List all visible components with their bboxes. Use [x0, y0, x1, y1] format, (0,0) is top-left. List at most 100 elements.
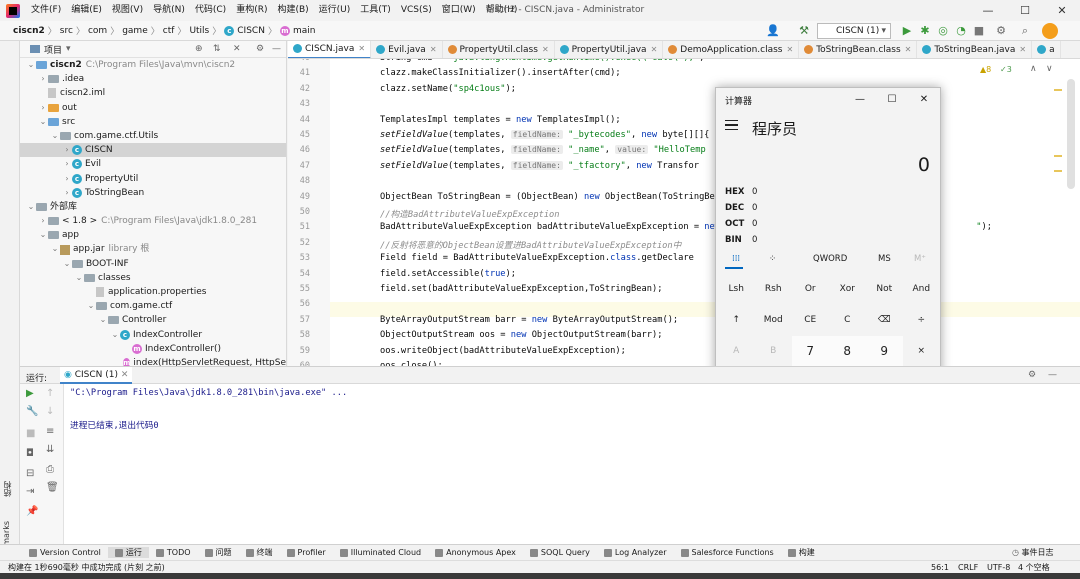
tree-item[interactable]: › c CISCN: [20, 143, 286, 158]
tree-item[interactable]: › out: [20, 101, 286, 115]
editor-tab[interactable]: ToStringBean.class ✕: [799, 41, 918, 58]
rerun-icon[interactable]: ▶: [26, 388, 34, 399]
radix-row[interactable]: HEX 0: [725, 187, 757, 197]
camera-icon[interactable]: ◘: [26, 448, 34, 459]
tree-item[interactable]: ⌄ src: [20, 115, 286, 129]
warning-count[interactable]: ▲8: [980, 65, 991, 74]
code-line[interactable]: clazz.setName("sp4c1ous");: [380, 84, 516, 94]
chevron-right-icon[interactable]: ›: [38, 101, 48, 115]
editor-tab[interactable]: DemoApplication.class ✕: [663, 41, 800, 58]
tree-item[interactable]: › c PropertyUtil: [20, 172, 286, 186]
chevron-down-icon[interactable]: ⌄: [26, 200, 36, 214]
restore-layout-icon[interactable]: ⊟: [26, 468, 34, 479]
hide-icon[interactable]: —: [1048, 370, 1057, 380]
chevron-down-icon[interactable]: ⌄: [50, 242, 60, 256]
menu-item[interactable]: 窗口(W): [437, 0, 481, 21]
editor-tab[interactable]: PropertyUtil.java ✕: [555, 41, 664, 58]
menu-item[interactable]: 工具(T): [355, 0, 396, 21]
run-configuration-select[interactable]: CISCN (1) ▾: [817, 23, 891, 39]
tree-item[interactable]: › < 1.8 > C:\Program Files\Java\jdk1.8.0_2…: [20, 214, 286, 228]
tree-item[interactable]: application.properties: [20, 285, 286, 299]
code-line[interactable]: //构造BadAttributeValueExpException: [380, 207, 560, 220]
prev-highlight-icon[interactable]: ∧: [1030, 64, 1037, 74]
full-keypad-icon[interactable]: ⁞⁞⁞: [732, 254, 740, 264]
chevron-right-icon[interactable]: ›: [62, 143, 72, 157]
code-line[interactable]: ObjectOutputStream oos = new ObjectOutpu…: [380, 330, 662, 340]
code-line[interactable]: oos.writeObject(badAttributeValueExpExce…: [380, 346, 626, 356]
calc-maximize-button[interactable]: ☐: [876, 88, 908, 112]
menu-item[interactable]: 文件(F): [26, 0, 66, 21]
code-editor[interactable]: 40 41 42 43 44 45 46 47 48 49 50 51 52 53 54 55 56 57 58 59…: [288, 59, 1080, 366]
memory-store-button[interactable]: MS: [878, 254, 891, 264]
print-icon[interactable]: ⎙: [46, 464, 54, 475]
close-icon[interactable]: ✕: [430, 45, 437, 54]
breadcrumb-item[interactable]: m main: [277, 25, 319, 36]
coverage-icon[interactable]: ◎: [936, 24, 950, 38]
tree-item[interactable]: ⌄ app.jar library 根: [20, 242, 286, 256]
radix-row[interactable]: OCT 0: [725, 219, 757, 229]
tree-item[interactable]: ⌄ classes: [20, 271, 286, 285]
tree-item[interactable]: ciscn2.iml: [20, 86, 286, 100]
calc-key-1-3[interactable]: C: [829, 305, 866, 335]
tool-tab[interactable]: Version Control: [22, 547, 108, 558]
breadcrumb-item[interactable]: Utils: [186, 26, 212, 36]
hamburger-menu-icon[interactable]: [725, 120, 738, 130]
calc-key-2-5[interactable]: ×: [903, 336, 940, 366]
calc-close-button[interactable]: ✕: [908, 88, 940, 112]
calc-key-0-4[interactable]: Not: [866, 274, 903, 304]
user-icon[interactable]: 👤: [766, 24, 780, 38]
calc-key-2-0[interactable]: A: [718, 336, 755, 366]
breadcrumb-item[interactable]: src: [57, 26, 76, 36]
code-line[interactable]: field.set(badAttributeValueExpException,…: [380, 284, 662, 294]
up-icon[interactable]: ↑: [46, 388, 54, 399]
tree-item[interactable]: m IndexController(): [20, 342, 286, 356]
wrench-icon[interactable]: 🔧: [26, 406, 38, 417]
calc-key-2-4[interactable]: 9: [866, 336, 903, 366]
tree-item[interactable]: m index(HttpServletRequest, HttpSe: [20, 356, 286, 366]
tool-tab[interactable]: Salesforce Functions: [674, 547, 781, 558]
calc-key-1-2[interactable]: CE: [792, 305, 829, 335]
tree-item[interactable]: ⌄ BOOT-INF: [20, 257, 286, 271]
tree-item[interactable]: ⌄ 外部库: [20, 200, 286, 214]
menu-item[interactable]: 运行(U): [314, 0, 356, 21]
calc-key-1-0[interactable]: ↑: [718, 305, 755, 335]
breadcrumb-item[interactable]: ctf: [160, 26, 178, 36]
editor-tab[interactable]: CISCN.java ✕: [288, 41, 372, 58]
close-icon[interactable]: ✕: [651, 45, 658, 54]
tool-tab[interactable]: 运行: [107, 547, 149, 558]
code-line[interactable]: field.setAccessible(true);: [380, 269, 516, 279]
code-line[interactable]: setFieldValue(templates, fieldName: "_tf…: [380, 160, 699, 171]
menu-item[interactable]: VCS(S): [396, 0, 437, 21]
breadcrumb-item[interactable]: ciscn2: [10, 26, 48, 36]
calc-key-0-1[interactable]: Rsh: [755, 274, 792, 304]
maximize-button[interactable]: ☐: [1007, 0, 1043, 21]
chevron-down-icon[interactable]: ⌄: [62, 257, 72, 271]
stop-icon[interactable]: ■: [972, 24, 986, 38]
close-icon[interactable]: ✕: [905, 45, 912, 54]
chevron-down-icon[interactable]: ⌄: [26, 58, 36, 72]
radix-row[interactable]: BIN 0: [725, 235, 757, 245]
tree-item[interactable]: ⌄ c IndexController: [20, 328, 286, 342]
word-size-button[interactable]: QWORD: [813, 254, 847, 264]
calc-key-0-2[interactable]: Or: [792, 274, 829, 304]
chevron-right-icon[interactable]: ›: [62, 172, 72, 186]
scroll-to-end-icon[interactable]: ⇊: [46, 444, 54, 455]
settings-icon[interactable]: ⚙: [994, 24, 1008, 38]
locate-icon[interactable]: ⊕: [195, 44, 203, 54]
menu-item[interactable]: 导航(N): [148, 0, 190, 21]
tree-item[interactable]: ⌄ ciscn2 C:\Program Files\Java\mvn\ciscn2: [20, 58, 286, 72]
calc-key-2-2[interactable]: 7: [792, 336, 829, 366]
chevron-down-icon[interactable]: ⌄: [110, 328, 120, 342]
chevron-right-icon[interactable]: ›: [62, 157, 72, 171]
chevron-down-icon[interactable]: ⌄: [86, 299, 96, 313]
hide-icon[interactable]: —: [272, 44, 281, 54]
chevron-right-icon[interactable]: ›: [62, 186, 72, 200]
debug-icon[interactable]: ✱: [918, 24, 932, 38]
breadcrumb-item[interactable]: c CISCN: [221, 25, 268, 36]
tool-tab[interactable]: SOQL Query: [523, 547, 597, 558]
tool-tab[interactable]: Profiler: [280, 547, 333, 558]
chevron-right-icon[interactable]: ›: [38, 72, 48, 86]
breadcrumb-item[interactable]: game: [119, 26, 151, 36]
profile-icon[interactable]: ◔: [954, 24, 968, 38]
chevron-down-icon[interactable]: ⌄: [74, 271, 84, 285]
